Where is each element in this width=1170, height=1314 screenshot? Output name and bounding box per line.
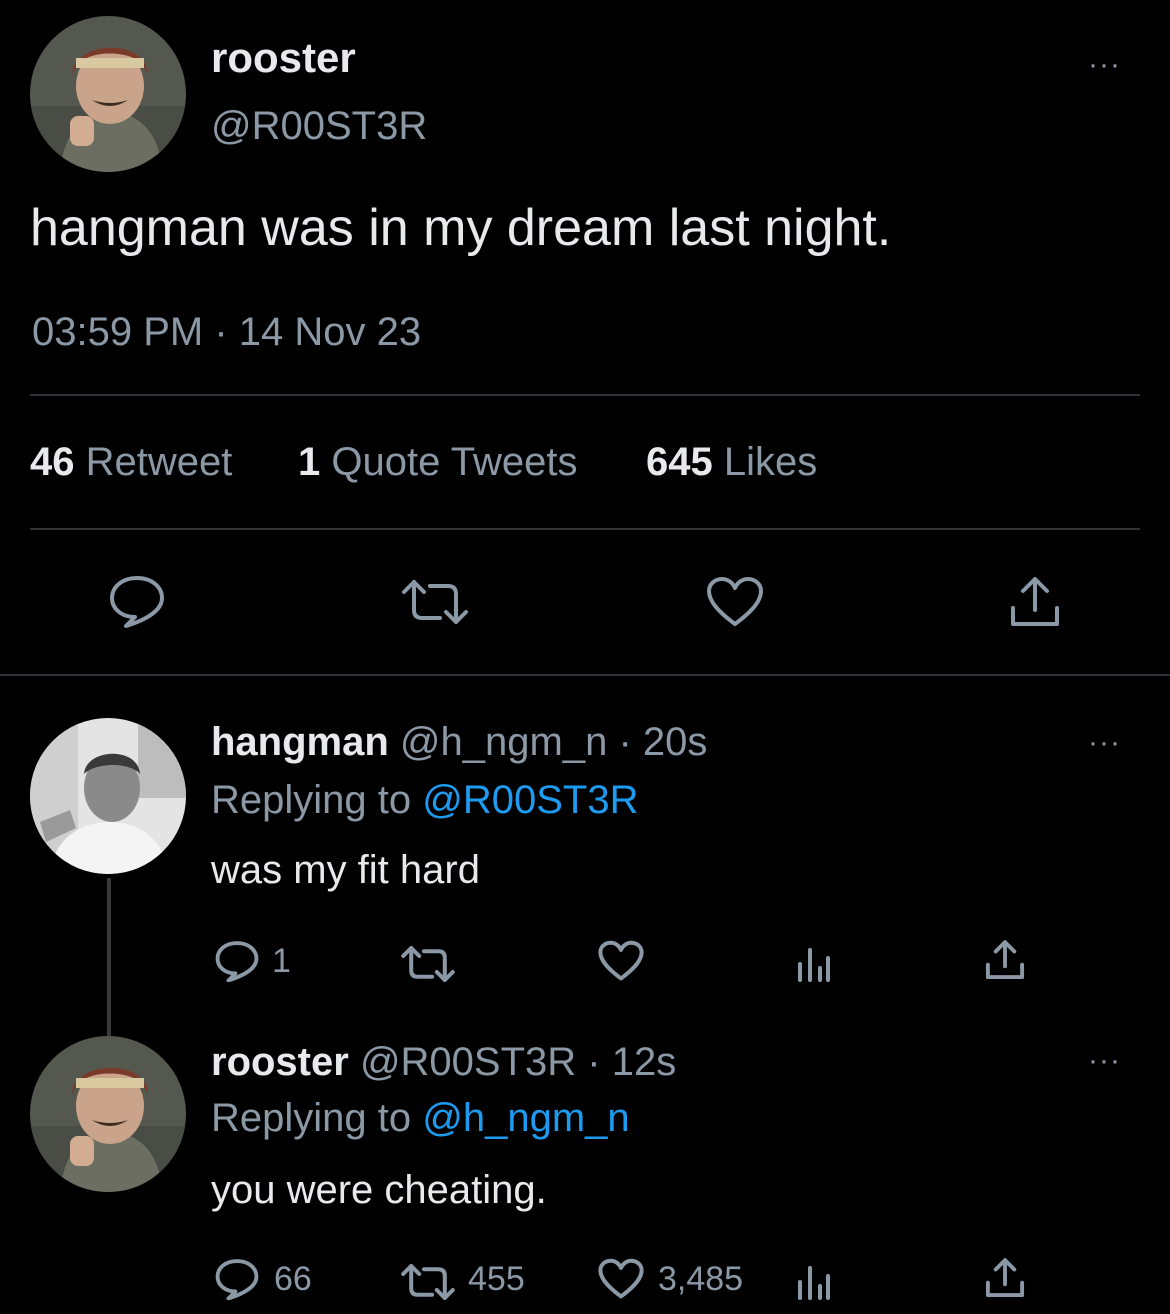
reply-icon[interactable] bbox=[108, 574, 166, 628]
retweet-icon[interactable] bbox=[400, 578, 470, 626]
quote-count: 1 bbox=[298, 440, 321, 484]
heart-icon[interactable] bbox=[598, 940, 644, 982]
thread-connector-line bbox=[107, 878, 111, 1036]
likes-label: Likes bbox=[723, 440, 818, 484]
display-name[interactable]: hangman bbox=[211, 720, 389, 764]
quote-stat[interactable]: 1 Quote Tweets bbox=[298, 440, 577, 485]
replying-to-mention[interactable]: @R00ST3R bbox=[422, 778, 638, 822]
avatar-hangman[interactable] bbox=[30, 718, 186, 874]
replying-to-mention[interactable]: @h_ngm_n bbox=[422, 1096, 629, 1140]
share-icon[interactable] bbox=[984, 1256, 1026, 1300]
likes-count: 645 bbox=[646, 440, 713, 484]
more-options-button[interactable]: ··· bbox=[1088, 1044, 1121, 1078]
reply-icon[interactable] bbox=[214, 940, 260, 982]
user-handle[interactable]: @R00ST3R bbox=[211, 104, 427, 149]
tweet-text: hangman was in my dream last night. bbox=[30, 199, 892, 257]
replying-to: Replying to @h_ngm_n bbox=[211, 1096, 630, 1141]
reply-header: hangman @h_ngm_n · 20s bbox=[211, 720, 707, 765]
retweet-count: 455 bbox=[468, 1260, 525, 1298]
quote-label: Quote Tweets bbox=[331, 440, 578, 484]
more-options-button[interactable]: ··· bbox=[1088, 48, 1121, 82]
reply-icon[interactable] bbox=[214, 1258, 260, 1300]
share-icon[interactable] bbox=[984, 938, 1026, 982]
reply-header: rooster @R00ST3R · 12s bbox=[211, 1040, 676, 1085]
display-name[interactable]: rooster bbox=[211, 1040, 349, 1084]
reply-text: was my fit hard bbox=[211, 848, 480, 892]
divider bbox=[30, 394, 1140, 396]
likes-stat[interactable]: 645 Likes bbox=[646, 440, 817, 485]
handle-and-time[interactable]: @R00ST3R · 12s bbox=[360, 1040, 676, 1084]
avatar-rooster[interactable] bbox=[30, 16, 186, 172]
reply-count: 1 bbox=[272, 942, 291, 980]
retweet-count: 46 bbox=[30, 440, 75, 484]
reply-text: you were cheating. bbox=[211, 1168, 547, 1212]
retweet-icon[interactable] bbox=[400, 944, 456, 984]
heart-icon[interactable] bbox=[706, 576, 764, 628]
replying-to: Replying to @R00ST3R bbox=[211, 778, 638, 823]
like-count: 3,485 bbox=[658, 1260, 744, 1298]
tweet-timestamp[interactable]: 03:59 PM · 14 Nov 23 bbox=[32, 310, 421, 355]
display-name[interactable]: rooster bbox=[211, 34, 356, 82]
analytics-icon[interactable] bbox=[796, 1262, 832, 1300]
retweet-stat[interactable]: 46 Retweet bbox=[30, 440, 232, 485]
reply-count: 66 bbox=[274, 1260, 312, 1298]
divider bbox=[30, 528, 1140, 530]
divider bbox=[0, 674, 1170, 676]
replying-to-label: Replying to bbox=[211, 778, 412, 822]
retweet-icon[interactable] bbox=[400, 1262, 456, 1302]
retweet-label: Retweet bbox=[85, 440, 233, 484]
heart-icon[interactable] bbox=[598, 1258, 644, 1300]
analytics-icon[interactable] bbox=[796, 944, 832, 982]
avatar-rooster[interactable] bbox=[30, 1036, 186, 1192]
share-icon[interactable] bbox=[1008, 574, 1062, 630]
handle-and-time[interactable]: @h_ngm_n · 20s bbox=[400, 720, 707, 764]
more-options-button[interactable]: ··· bbox=[1088, 726, 1121, 760]
replying-to-label: Replying to bbox=[211, 1096, 412, 1140]
